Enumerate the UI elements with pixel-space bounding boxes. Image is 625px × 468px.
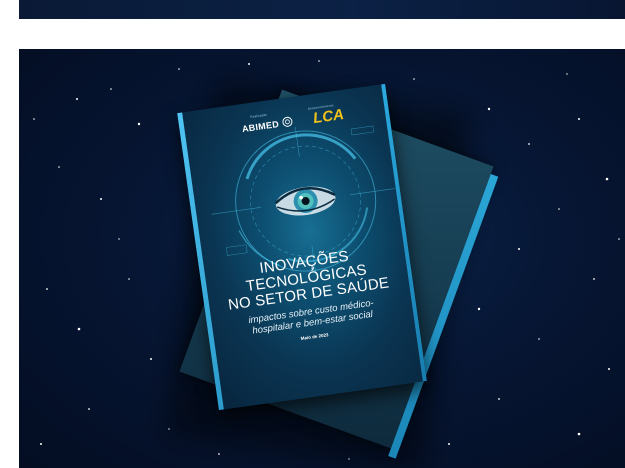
top-banner-image (19, 0, 625, 19)
abimed-swirl-icon (282, 116, 293, 127)
front-book-cover: Realização Desenvolvimento ABIMED LCA IN… (177, 83, 427, 411)
book-cover-image: Realização Desenvolvimento ABIMED LCA IN… (19, 49, 625, 468)
abimed-logo: ABIMED (241, 119, 280, 135)
logo-caption-left: Realização (250, 112, 268, 119)
lca-logo: LCA (312, 105, 345, 128)
